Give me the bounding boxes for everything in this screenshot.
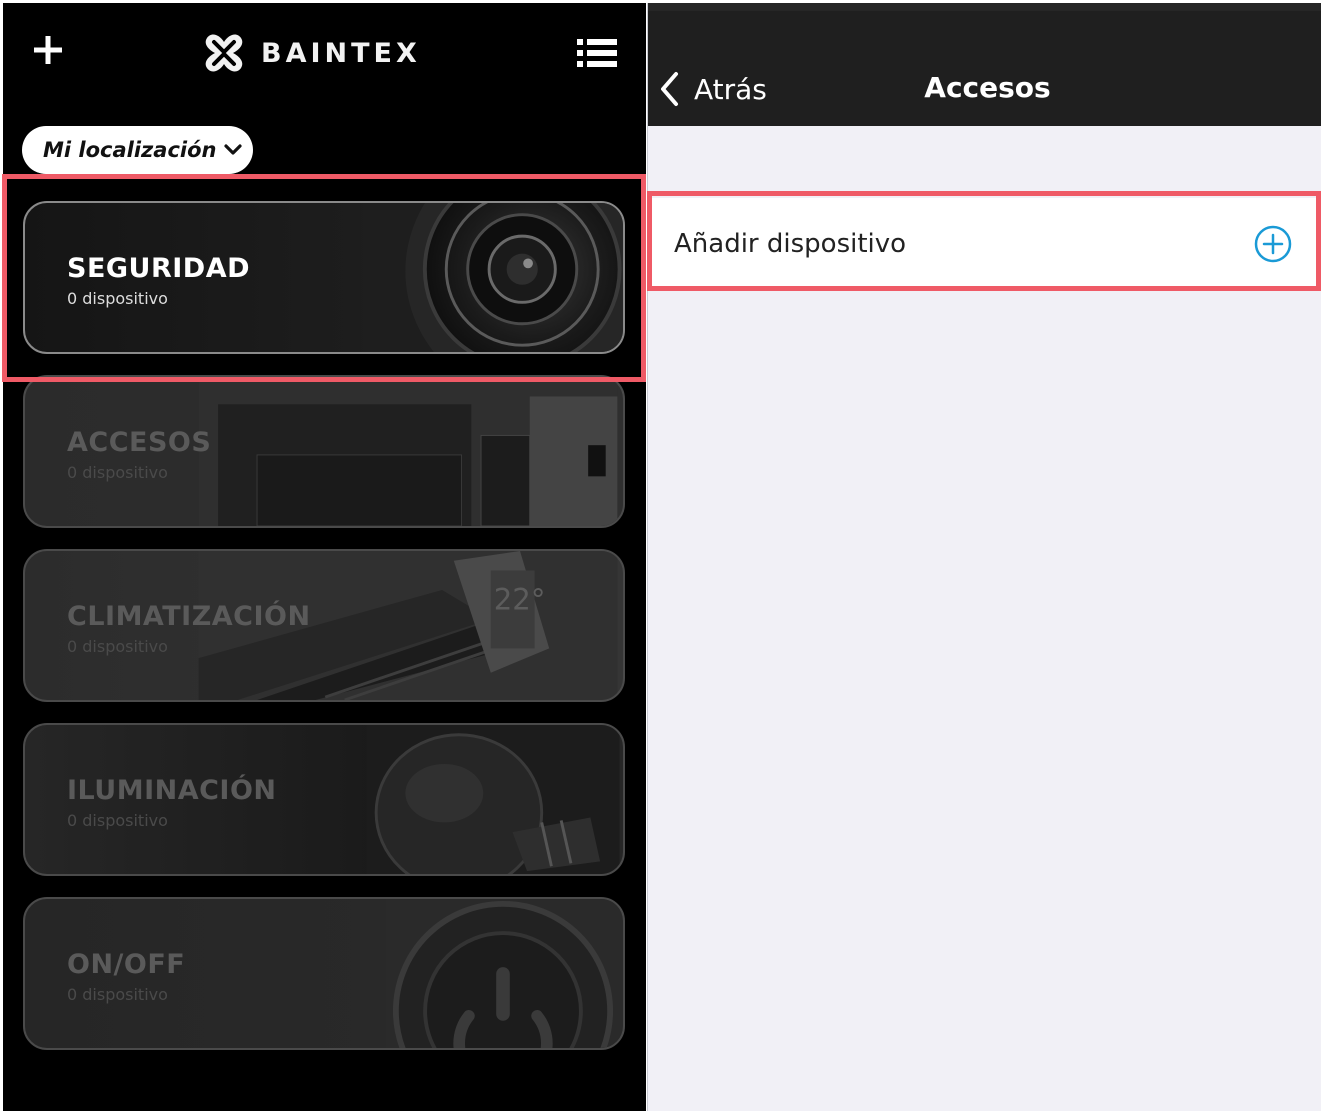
- thermostat-display: 22°: [494, 582, 546, 616]
- category-device-count: 0 dispositivo: [67, 637, 168, 656]
- brand-name: BAINTEX: [261, 37, 421, 69]
- category-title: ACCESOS: [67, 427, 212, 458]
- category-title: SEGURIDAD: [67, 253, 251, 284]
- category-device-count: 0 dispositivo: [67, 463, 168, 482]
- camera-lens-image: [366, 203, 623, 352]
- status-bar: [648, 3, 1321, 11]
- accesos-screen: Atrás Accesos Añadir dispositivo: [647, 3, 1321, 1111]
- baintex-x-logo-icon: [205, 34, 243, 72]
- plus-icon[interactable]: [31, 33, 65, 67]
- category-card-accesos[interactable]: ACCESOS 0 dispositivo: [23, 375, 625, 528]
- brand-header: BAINTEX: [201, 29, 421, 77]
- add-circle-icon[interactable]: [1253, 224, 1293, 264]
- category-title: ON/OFF: [67, 949, 186, 980]
- category-card-on-off[interactable]: ON/OFF 0 dispositivo: [23, 897, 625, 1050]
- home-screen: BAINTEX Mi localización SEGURIDAD 0 disp…: [3, 3, 646, 1111]
- location-selector[interactable]: Mi localización: [22, 126, 253, 174]
- location-label: Mi localización: [43, 138, 217, 162]
- add-device-row[interactable]: Añadir dispositivo: [648, 198, 1321, 290]
- category-device-count: 0 dispositivo: [67, 289, 168, 308]
- page-title-text: Accesos: [924, 71, 1051, 104]
- category-card-climatizacion[interactable]: 22° CLIMATIZACIÓN 0 dispositivo: [23, 549, 625, 702]
- chevron-down-icon: [224, 144, 243, 155]
- category-device-count: 0 dispositivo: [67, 985, 168, 1004]
- category-device-count: 0 dispositivo: [67, 811, 168, 830]
- power-button-image: [386, 899, 620, 1048]
- page-title: Accesos: [648, 71, 1321, 104]
- category-title: ILUMINACIÓN: [67, 775, 277, 806]
- light-bulb-image: [366, 725, 620, 874]
- list-menu-icon[interactable]: [575, 35, 619, 71]
- navigation-bar: Atrás Accesos: [648, 11, 1321, 126]
- category-card-iluminacion[interactable]: ILUMINACIÓN 0 dispositivo: [23, 723, 625, 876]
- add-device-label: Añadir dispositivo: [674, 229, 907, 259]
- doorway-image: [198, 377, 618, 526]
- category-card-seguridad[interactable]: SEGURIDAD 0 dispositivo: [23, 201, 625, 354]
- category-title: CLIMATIZACIÓN: [67, 601, 311, 632]
